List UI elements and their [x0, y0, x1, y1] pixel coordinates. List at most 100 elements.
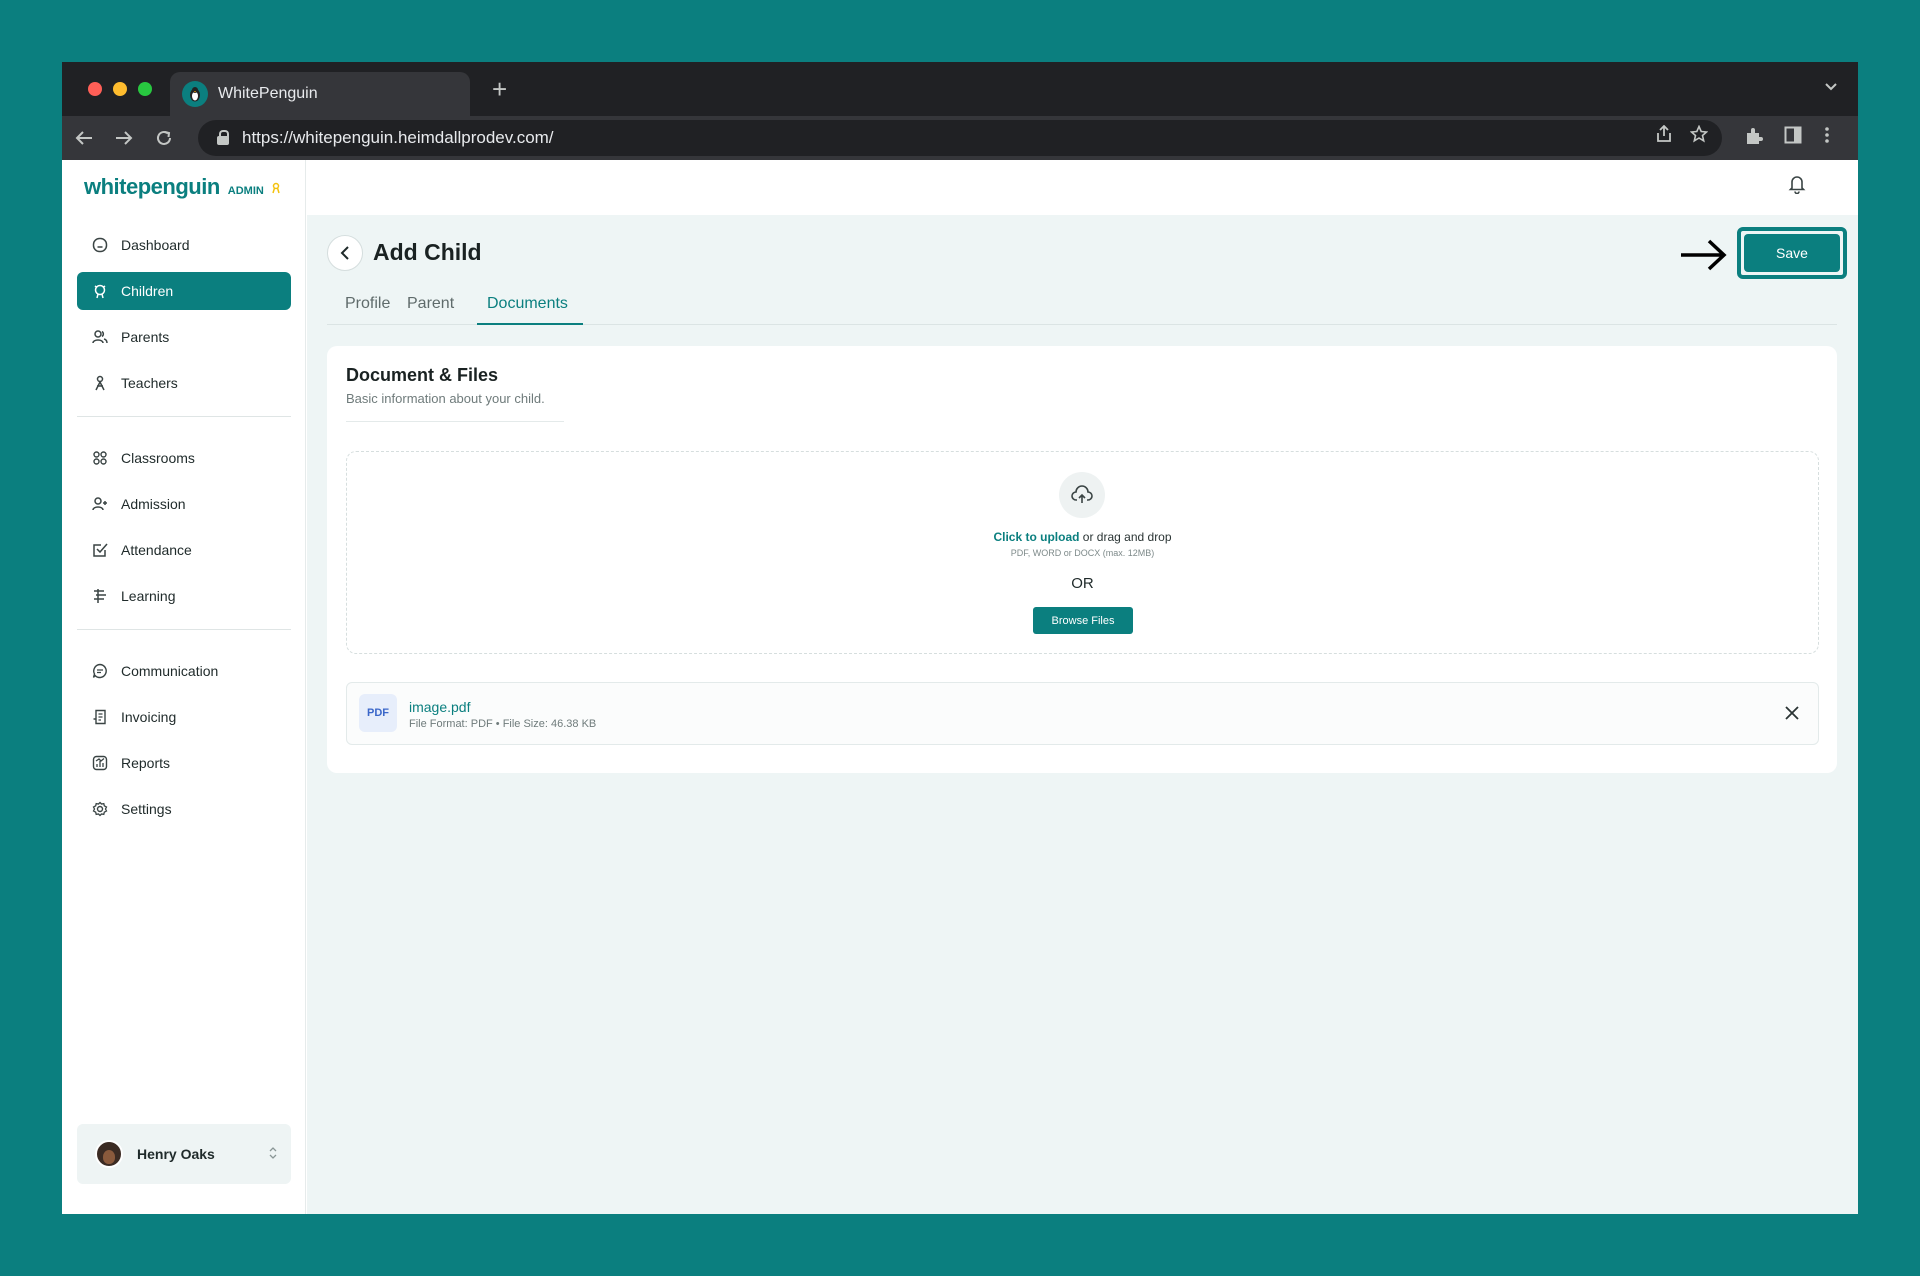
sidebar: whitepenguin ADMIN Dashboard Children Pa… — [62, 160, 306, 1214]
chat-icon — [91, 662, 109, 680]
home-icon — [91, 236, 109, 254]
sidebar-item-invoicing[interactable]: Invoicing — [77, 698, 291, 736]
cloud-upload-icon — [1059, 472, 1105, 518]
sidebar-item-communication[interactable]: Communication — [77, 652, 291, 690]
browser-tab[interactable]: WhitePenguin — [170, 72, 470, 116]
penguin-favicon-icon — [182, 81, 208, 107]
gear-icon — [91, 800, 109, 818]
sidebar-item-label: Attendance — [121, 542, 192, 558]
maximize-window-button[interactable] — [138, 82, 152, 96]
browse-files-button[interactable]: Browse Files — [1033, 607, 1133, 634]
url-text: https://whitepenguin.heimdallprodev.com/ — [242, 128, 554, 147]
uploaded-file-item: PDF image.pdf File Format: PDF • File Si… — [346, 682, 1819, 745]
tab-title: WhitePenguin — [218, 85, 318, 102]
click-to-upload-link[interactable]: Click to upload — [993, 530, 1079, 544]
admin-badge-icon — [270, 182, 282, 197]
main-content: Add Child Save Profile Parent Documents … — [307, 215, 1858, 1214]
book-icon — [91, 587, 109, 605]
browser-toolbar: https://whitepenguin.heimdallprodev.com/ — [62, 116, 1858, 160]
close-window-button[interactable] — [88, 82, 102, 96]
sidebar-item-label: Settings — [121, 801, 172, 817]
sidebar-item-classrooms[interactable]: Classrooms — [77, 439, 291, 477]
parents-icon — [91, 328, 109, 346]
sidebar-item-label: Learning — [121, 588, 176, 604]
sidebar-item-reports[interactable]: Reports — [77, 744, 291, 782]
sidebar-item-label: Admission — [121, 496, 186, 512]
lock-icon — [216, 130, 230, 146]
sidebar-item-settings[interactable]: Settings — [77, 790, 291, 828]
sidebar-divider — [77, 416, 291, 417]
star-icon[interactable] — [1689, 124, 1709, 148]
sidebar-item-label: Parents — [121, 329, 170, 345]
more-menu-icon[interactable] — [1824, 126, 1830, 150]
remove-file-button[interactable] — [1778, 699, 1806, 727]
drag-drop-text: or drag and drop — [1079, 530, 1172, 544]
save-button[interactable]: Save — [1744, 234, 1840, 272]
sidebar-divider — [77, 629, 291, 630]
sidebar-item-teachers[interactable]: Teachers — [77, 364, 291, 402]
extensions-icon[interactable] — [1744, 126, 1764, 152]
top-bar — [307, 160, 1858, 215]
tab-parent[interactable]: Parent — [407, 295, 454, 313]
back-arrow-icon[interactable] — [68, 122, 100, 154]
avatar — [95, 1140, 123, 1168]
sidebar-item-dashboard[interactable]: Dashboard — [77, 226, 291, 264]
forward-arrow-icon[interactable] — [108, 122, 140, 154]
back-button[interactable] — [327, 235, 363, 271]
sidebar-nav-main: Dashboard Children Parents Teachers Clas… — [77, 226, 291, 836]
sidebar-item-parents[interactable]: Parents — [77, 318, 291, 356]
user-switcher[interactable]: Henry Oaks — [77, 1124, 291, 1184]
admin-label: ADMIN — [227, 185, 264, 197]
upload-hint: PDF, WORD or DOCX (max. 12MB) — [1010, 548, 1155, 558]
reload-icon[interactable] — [148, 122, 180, 154]
browser-tab-bar: WhitePenguin + — [62, 62, 1858, 116]
logo-text: whitepenguin — [84, 174, 220, 199]
address-bar[interactable]: https://whitepenguin.heimdallprodev.com/ — [198, 120, 1722, 156]
side-panel-icon[interactable] — [1784, 126, 1802, 150]
bell-icon[interactable] — [1788, 174, 1808, 196]
children-icon — [91, 282, 109, 300]
sidebar-item-admission[interactable]: Admission — [77, 485, 291, 523]
sidebar-item-label: Communication — [121, 663, 219, 679]
teachers-icon — [91, 374, 109, 392]
sidebar-item-label: Invoicing — [121, 709, 177, 725]
or-label: OR — [1071, 575, 1094, 592]
user-plus-icon — [91, 495, 109, 513]
tab-documents[interactable]: Documents — [487, 295, 568, 313]
form-tabs: Profile Parent Documents — [327, 283, 1837, 325]
sidebar-item-label: Children — [121, 283, 174, 299]
chart-icon — [91, 754, 109, 772]
logo[interactable]: whitepenguin ADMIN — [84, 174, 282, 200]
pdf-file-icon: PDF — [359, 694, 397, 732]
check-square-icon — [91, 541, 109, 559]
sidebar-item-label: Classrooms — [121, 450, 195, 466]
share-icon[interactable] — [1656, 124, 1672, 148]
upload-dropzone[interactable]: Click to upload or drag and drop PDF, WO… — [346, 451, 1819, 654]
section-subtitle: Basic information about your child. — [346, 391, 545, 406]
user-name: Henry Oaks — [137, 1146, 215, 1162]
sidebar-item-attendance[interactable]: Attendance — [77, 531, 291, 569]
minimize-window-button[interactable] — [113, 82, 127, 96]
close-icon — [1785, 706, 1799, 720]
sidebar-item-children[interactable]: Children — [77, 272, 291, 310]
chevron-left-icon — [340, 246, 349, 260]
new-tab-button[interactable]: + — [492, 74, 507, 104]
active-tab-indicator — [477, 323, 583, 325]
sidebar-item-label: Reports — [121, 755, 171, 771]
tab-search-chevron-icon[interactable] — [1824, 76, 1838, 97]
grid-icon — [91, 449, 109, 467]
documents-card: Document & Files Basic information about… — [327, 346, 1837, 773]
upload-instruction: Click to upload or drag and drop — [347, 530, 1818, 544]
browser-window: WhitePenguin + https://whitepenguin.heim… — [62, 62, 1858, 1214]
chevron-updown-icon — [269, 1146, 277, 1162]
tab-profile[interactable]: Profile — [345, 295, 390, 313]
section-divider — [346, 421, 564, 422]
sidebar-item-label: Dashboard — [121, 237, 190, 253]
file-name[interactable]: image.pdf — [409, 699, 470, 715]
invoice-icon — [91, 708, 109, 726]
file-meta: File Format: PDF • File Size: 46.38 KB — [409, 718, 597, 730]
sidebar-item-label: Teachers — [121, 375, 178, 391]
sidebar-item-learning[interactable]: Learning — [77, 577, 291, 615]
section-title: Document & Files — [346, 365, 499, 385]
app-root: whitepenguin ADMIN Dashboard Children Pa… — [62, 160, 1858, 1214]
